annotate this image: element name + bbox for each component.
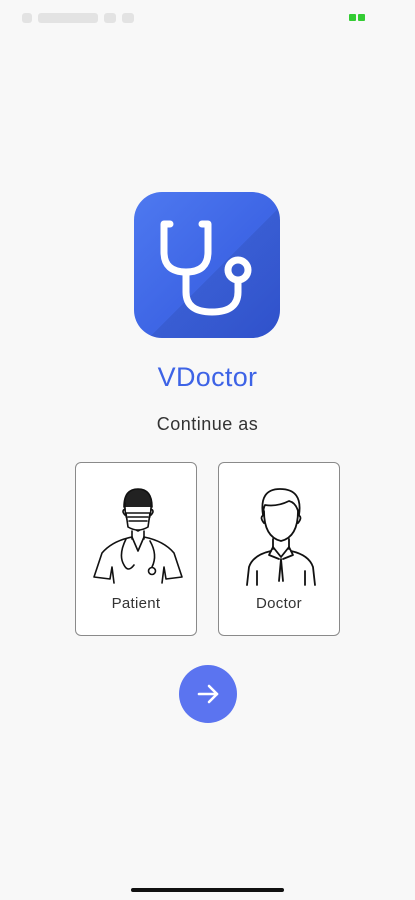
person-illustration: [246, 488, 316, 586]
doctor-label: Doctor: [256, 595, 302, 612]
app-name: VDoctor: [157, 362, 258, 392]
arrow-right-icon: [197, 684, 219, 704]
continue-as-label: Continue as: [156, 414, 259, 434]
app-logo: [134, 192, 280, 338]
status-bar: [0, 0, 415, 44]
signal-icon: [349, 14, 365, 24]
status-indicators: [22, 13, 134, 23]
home-indicator: [131, 888, 284, 892]
next-button[interactable]: [179, 665, 237, 723]
patient-role-card[interactable]: Patient: [75, 462, 197, 636]
masked-doctor-illustration: [93, 488, 183, 584]
stethoscope-icon: [160, 220, 252, 316]
doctor-role-card[interactable]: Doctor: [218, 462, 340, 636]
patient-label: Patient: [111, 595, 161, 612]
